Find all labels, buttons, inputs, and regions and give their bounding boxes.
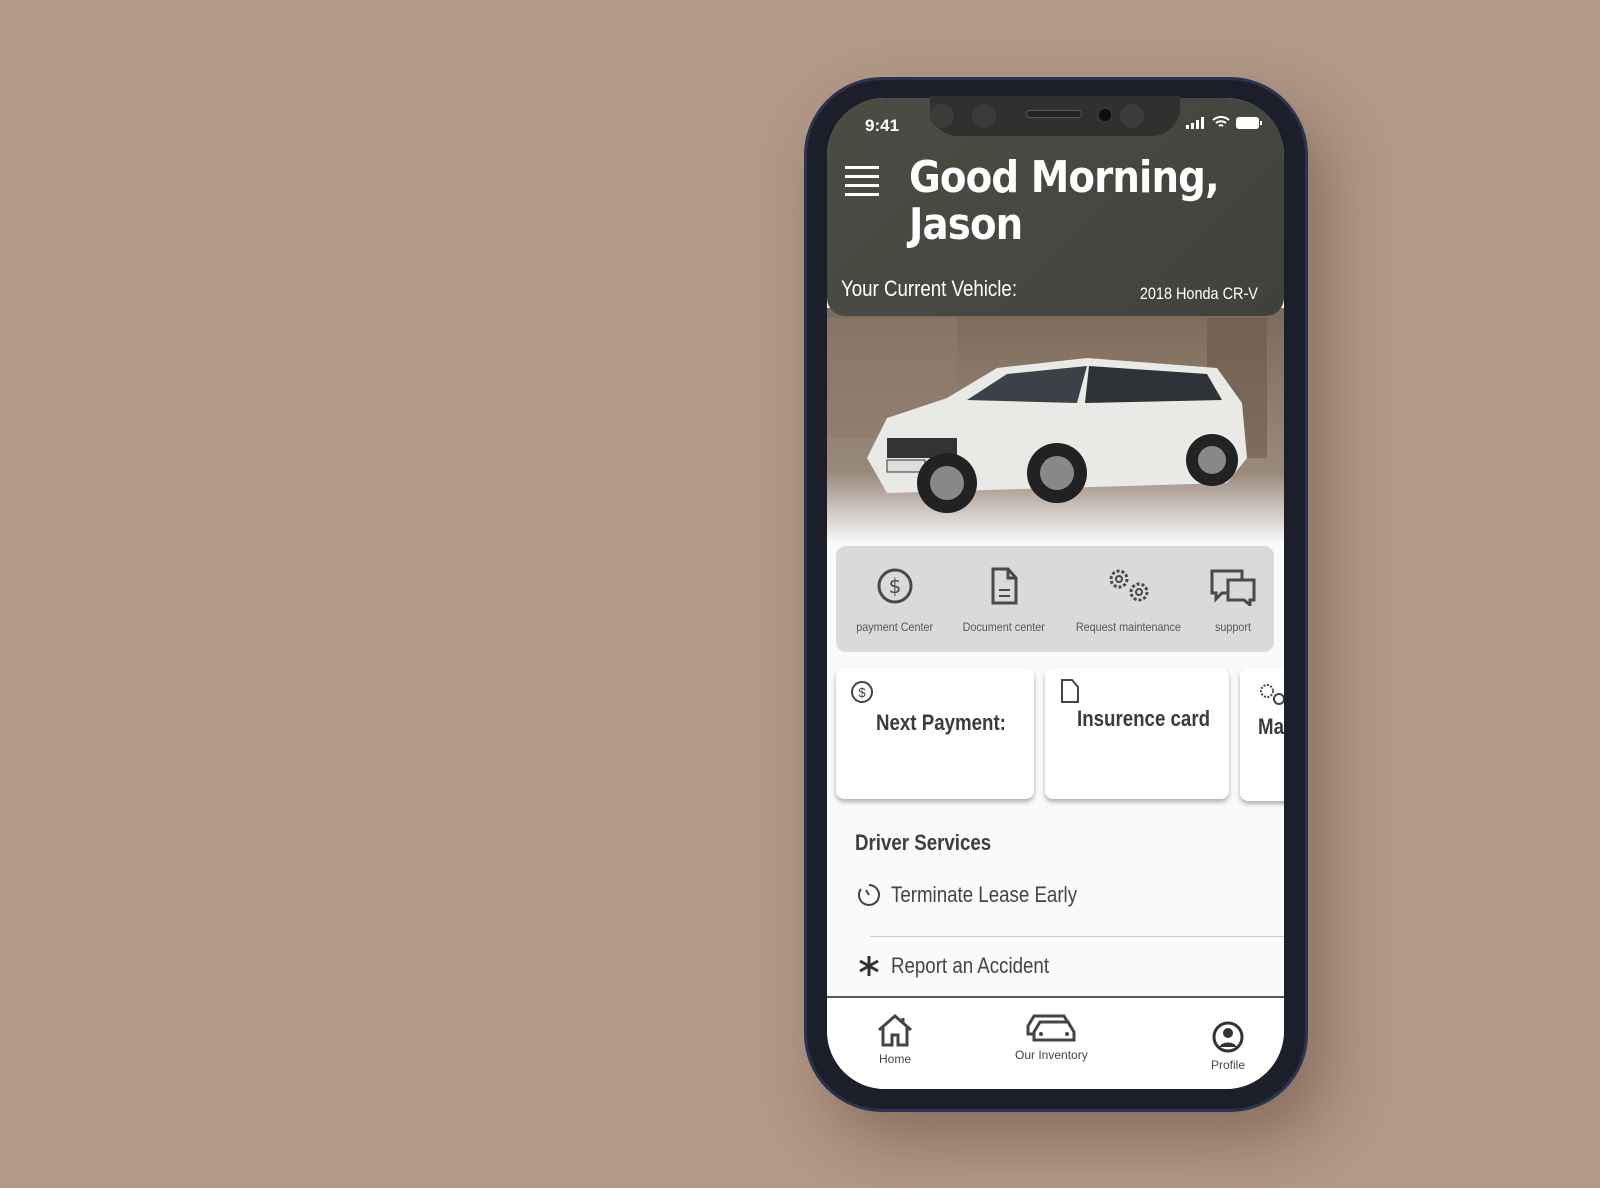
gears-icon <box>1260 684 1284 705</box>
maintenance-card[interactable]: Ma <box>1240 668 1284 801</box>
quick-actions-panel: $ payment Center Document center Request… <box>836 546 1274 652</box>
app-screen: 9:41 Good Morning, Jason Your Current Veh… <box>827 98 1284 1089</box>
battery-icon <box>1236 116 1262 129</box>
driver-services-title: Driver Services <box>855 830 992 855</box>
document-icon <box>991 567 1018 605</box>
signal-icon <box>1186 116 1204 129</box>
phone-notch <box>930 96 1180 136</box>
vehicle-image <box>827 308 1284 543</box>
greeting: Good Morning, Jason <box>909 152 1220 250</box>
status-time: 9:41 <box>865 116 900 135</box>
current-vehicle-value: 2018 Honda CR-V <box>1139 284 1258 303</box>
profile-icon <box>1212 1021 1244 1053</box>
report-accident-item[interactable]: Report an Accident <box>857 953 1077 979</box>
dollar-circle-icon: $ <box>877 568 913 604</box>
status-icons <box>1186 116 1262 129</box>
quick-action-request-maintenance[interactable]: Request maintenance <box>1070 546 1187 652</box>
current-vehicle-label: Your Current Vehicle: <box>841 276 1018 301</box>
quick-action-document-center[interactable]: Document center <box>958 546 1049 652</box>
home-icon <box>878 1014 912 1047</box>
bottom-nav: Home Our Inventory Profile <box>827 996 1284 1089</box>
insurance-card[interactable]: Insurence card <box>1045 668 1229 799</box>
svg-text:$: $ <box>889 574 902 598</box>
nav-our-inventory[interactable]: Our Inventory <box>1015 1012 1088 1062</box>
quick-action-payment-center[interactable]: $ payment Center <box>852 546 937 652</box>
chat-bubbles-icon <box>1210 569 1256 606</box>
cars-icon <box>1026 1014 1076 1042</box>
nav-home[interactable]: Home <box>875 1012 915 1066</box>
svg-text:$: $ <box>858 685 866 700</box>
asterisk-icon <box>859 956 879 976</box>
gears-icon <box>1109 569 1149 602</box>
hamburger-menu-icon[interactable] <box>845 166 879 202</box>
divider <box>870 936 1284 937</box>
quick-action-support[interactable]: support <box>1208 546 1258 652</box>
dollar-circle-icon: $ <box>851 681 873 703</box>
wifi-icon <box>1212 116 1230 127</box>
terminate-lease-item[interactable]: Terminate Lease Early <box>857 882 1110 908</box>
nav-profile[interactable]: Profile <box>1211 1020 1245 1072</box>
document-icon <box>1061 679 1079 703</box>
next-payment-card[interactable]: $ Next Payment: <box>836 668 1034 799</box>
timer-icon <box>858 884 880 906</box>
